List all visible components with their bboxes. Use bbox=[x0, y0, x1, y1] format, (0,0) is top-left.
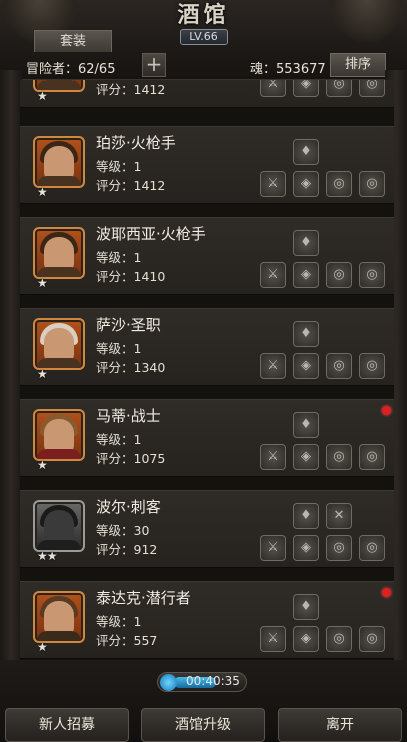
hero-level: 等级：30 bbox=[96, 523, 150, 538]
hero-level: 等级：1 bbox=[96, 614, 142, 629]
star-rating: ★★ bbox=[37, 549, 57, 563]
slot-ring-icon[interactable]: ◎ bbox=[326, 262, 352, 288]
hero-list[interactable]: ★ 评分：1412 ⚔ ◈ ◎ ◎ ★ 珀莎·火枪手 等级：1 评分：1412 … bbox=[20, 80, 394, 665]
slot-ring-icon[interactable]: ◎ bbox=[326, 353, 352, 379]
star-rating: ★ bbox=[37, 89, 48, 103]
slot-weapon-icon[interactable]: ⚔ bbox=[260, 171, 286, 197]
hero-score: 评分：1340 bbox=[96, 360, 166, 375]
slot-potion-icon[interactable]: ♦ bbox=[293, 321, 319, 347]
hero-score: 评分：1410 bbox=[96, 269, 166, 284]
slot-ring-icon[interactable]: ◎ bbox=[326, 171, 352, 197]
hero-portrait bbox=[33, 227, 85, 279]
slot-ring-icon[interactable]: ◎ bbox=[326, 444, 352, 470]
hero-name: 波尔·刺客 bbox=[96, 498, 161, 516]
slot-weapon-icon[interactable]: ⚔ bbox=[260, 353, 286, 379]
slot-amulet-icon[interactable]: ◎ bbox=[359, 626, 385, 652]
hero-card[interactable]: ★★ 波尔·刺客 等级：30 评分：912 ♦ ✕ ⚔ ◈ ◎ ◎ bbox=[20, 490, 394, 568]
hero-card[interactable]: ★ 萨沙·圣职 等级：1 评分：1340 ♦ ⚔ ◈ ◎ ◎ bbox=[20, 308, 394, 386]
adventurer-count: 冒险者：62/65 bbox=[26, 62, 116, 77]
slot-armor-icon[interactable]: ◈ bbox=[293, 353, 319, 379]
hero-name: 泰达克·潜行者 bbox=[96, 589, 191, 607]
hero-score: 评分：1412 bbox=[96, 82, 166, 97]
hero-card-partial[interactable]: ★ 评分：1412 ⚔ ◈ ◎ ◎ bbox=[20, 80, 394, 108]
slot-potion-icon[interactable]: ♦ bbox=[293, 139, 319, 165]
set-tab[interactable]: 套装 bbox=[34, 30, 112, 52]
slot-potion-icon[interactable]: ♦ bbox=[293, 230, 319, 256]
slot-amulet-icon[interactable]: ◎ bbox=[359, 444, 385, 470]
slot-armor-icon[interactable]: ◈ bbox=[293, 535, 319, 561]
tavern-screen: 酒馆 LV.66 套装 冒险者：62/65 + 魂：553677 排序 ★ 评分… bbox=[0, 0, 407, 742]
slot-amulet-icon[interactable]: ◎ bbox=[359, 262, 385, 288]
recruit-button[interactable]: 新人招募 bbox=[5, 708, 129, 742]
hero-portrait bbox=[33, 500, 85, 552]
hero-score: 评分：557 bbox=[96, 633, 158, 648]
slot-potion-icon[interactable]: ♦ bbox=[293, 594, 319, 620]
star-rating: ★ bbox=[37, 640, 48, 654]
hero-name: 珀莎·火枪手 bbox=[96, 134, 176, 152]
page-title: 酒馆 bbox=[177, 2, 230, 28]
slot-armor-icon[interactable]: ◈ bbox=[293, 444, 319, 470]
hero-portrait bbox=[33, 591, 85, 643]
hero-level: 等级：1 bbox=[96, 250, 142, 265]
upgrade-tavern-button[interactable]: 酒馆升级 bbox=[141, 708, 265, 742]
souls-counter: 魂：553677 bbox=[250, 62, 326, 77]
hero-portrait bbox=[33, 409, 85, 461]
tavern-level-badge: LV.66 bbox=[179, 29, 228, 45]
slot-amulet-icon[interactable]: ◎ bbox=[359, 535, 385, 561]
slot-ring-icon[interactable]: ◎ bbox=[326, 535, 352, 561]
slot-armor-icon[interactable]: ◈ bbox=[293, 171, 319, 197]
slot-armor-icon[interactable]: ◈ bbox=[293, 80, 319, 97]
slot-potion-icon[interactable]: ♦ bbox=[293, 412, 319, 438]
hero-card[interactable]: ★ 珀莎·火枪手 等级：1 评分：1412 ♦ ⚔ ◈ ◎ ◎ bbox=[20, 126, 394, 204]
new-indicator-dot bbox=[382, 588, 391, 597]
hero-card[interactable]: ★ 波耶西亚·火枪手 等级：1 评分：1410 ♦ ⚔ ◈ ◎ ◎ bbox=[20, 217, 394, 295]
sort-button[interactable]: 排序 bbox=[330, 53, 386, 77]
slot-amulet-icon[interactable]: ◎ bbox=[359, 353, 385, 379]
leave-button[interactable]: 离开 bbox=[278, 708, 402, 742]
hero-name: 萨沙·圣职 bbox=[96, 316, 161, 334]
star-rating: ★ bbox=[37, 185, 48, 199]
slot-weapon-icon[interactable]: ⚔ bbox=[260, 262, 286, 288]
hero-score: 评分：912 bbox=[96, 542, 158, 557]
hero-portrait bbox=[33, 318, 85, 370]
slot-ability-icon[interactable]: ✕ bbox=[326, 503, 352, 529]
slot-amulet-icon[interactable]: ◎ bbox=[359, 80, 385, 97]
hero-name: 马蒂·战士 bbox=[96, 407, 161, 425]
timer-label: 00:40:35 bbox=[186, 674, 240, 688]
slot-potion-icon[interactable]: ♦ bbox=[293, 503, 319, 529]
hero-card[interactable]: ★ 马蒂·战士 等级：1 评分：1075 ♦ ⚔ ◈ ◎ ◎ bbox=[20, 399, 394, 477]
frame-left bbox=[0, 70, 22, 670]
hero-score: 评分：1075 bbox=[96, 451, 166, 466]
hero-portrait bbox=[33, 136, 85, 188]
slot-weapon-icon[interactable]: ⚔ bbox=[260, 626, 286, 652]
star-rating: ★ bbox=[37, 367, 48, 381]
new-indicator-dot bbox=[382, 406, 391, 415]
add-capacity-button[interactable]: + bbox=[142, 53, 166, 77]
slot-weapon-icon[interactable]: ⚔ bbox=[260, 444, 286, 470]
slot-armor-icon[interactable]: ◈ bbox=[293, 262, 319, 288]
slot-weapon-icon[interactable]: ⚔ bbox=[260, 535, 286, 561]
hero-score: 评分：1412 bbox=[96, 178, 166, 193]
hero-level: 等级：1 bbox=[96, 159, 142, 174]
hero-name: 波耶西亚·火枪手 bbox=[96, 225, 206, 243]
hero-level: 等级：1 bbox=[96, 341, 142, 356]
star-rating: ★ bbox=[37, 458, 48, 472]
slot-ring-icon[interactable]: ◎ bbox=[326, 626, 352, 652]
timer-orb-icon bbox=[160, 674, 177, 691]
hero-card[interactable]: ★ 泰达克·潜行者 等级：1 评分：557 ♦ ⚔ ◈ ◎ ◎ bbox=[20, 581, 394, 659]
slot-weapon-icon[interactable]: ⚔ bbox=[260, 80, 286, 97]
slot-amulet-icon[interactable]: ◎ bbox=[359, 171, 385, 197]
hero-level: 等级：1 bbox=[96, 432, 142, 447]
slot-ring-icon[interactable]: ◎ bbox=[326, 80, 352, 97]
refresh-timer: 00:40:35 bbox=[157, 672, 247, 692]
star-rating: ★ bbox=[37, 276, 48, 290]
slot-armor-icon[interactable]: ◈ bbox=[293, 626, 319, 652]
